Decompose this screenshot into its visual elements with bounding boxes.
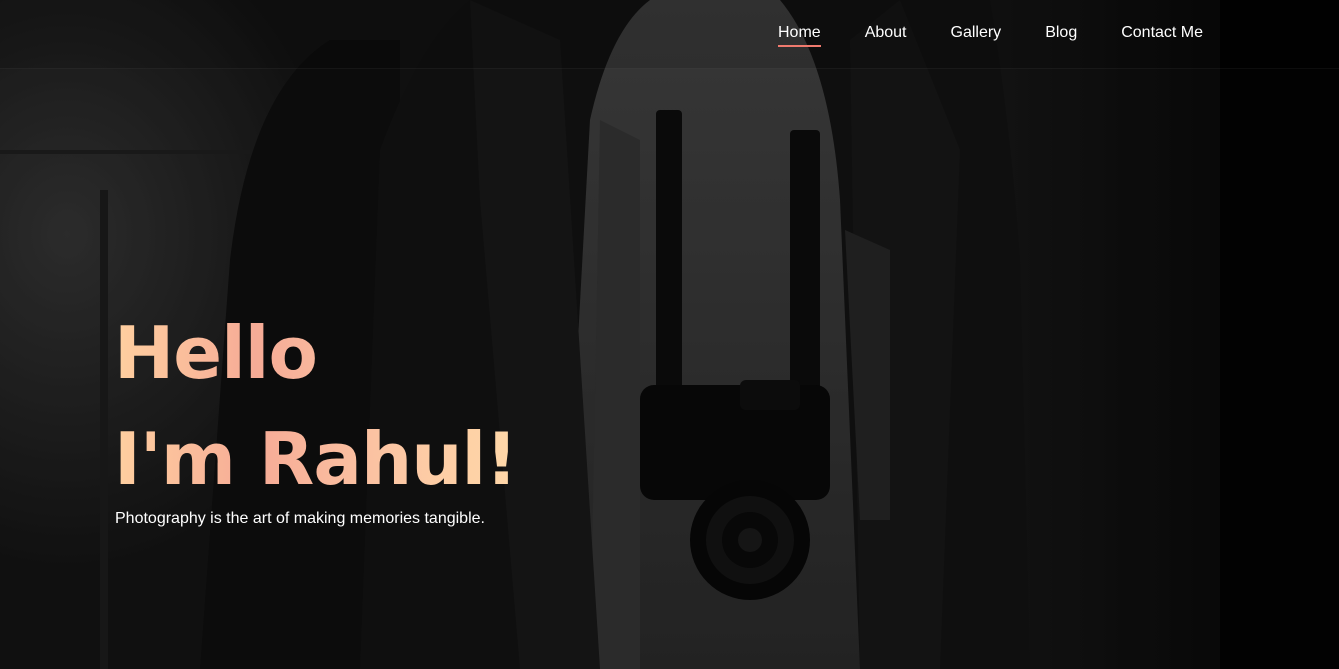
nav-blog-link[interactable]: Blog [1045, 22, 1077, 47]
hero-tagline: Photography is the art of making memorie… [115, 510, 485, 527]
hero-section: Home About Gallery Blog Contact Me Hello… [0, 0, 1339, 669]
nav-contact-link[interactable]: Contact Me [1121, 22, 1203, 47]
hero-greeting-line1: Hello [114, 311, 317, 395]
nav-menu: Home About Gallery Blog Contact Me [778, 22, 1203, 47]
nav-home-link[interactable]: Home [778, 22, 821, 47]
hero-greeting-line2: I'm Rahul! [114, 417, 517, 501]
nav-about-link[interactable]: About [865, 22, 907, 47]
hero-headline: Hello I'm Rahul! [114, 300, 517, 512]
nav-gallery-link[interactable]: Gallery [951, 22, 1002, 47]
top-navbar: Home About Gallery Blog Contact Me [0, 0, 1339, 69]
